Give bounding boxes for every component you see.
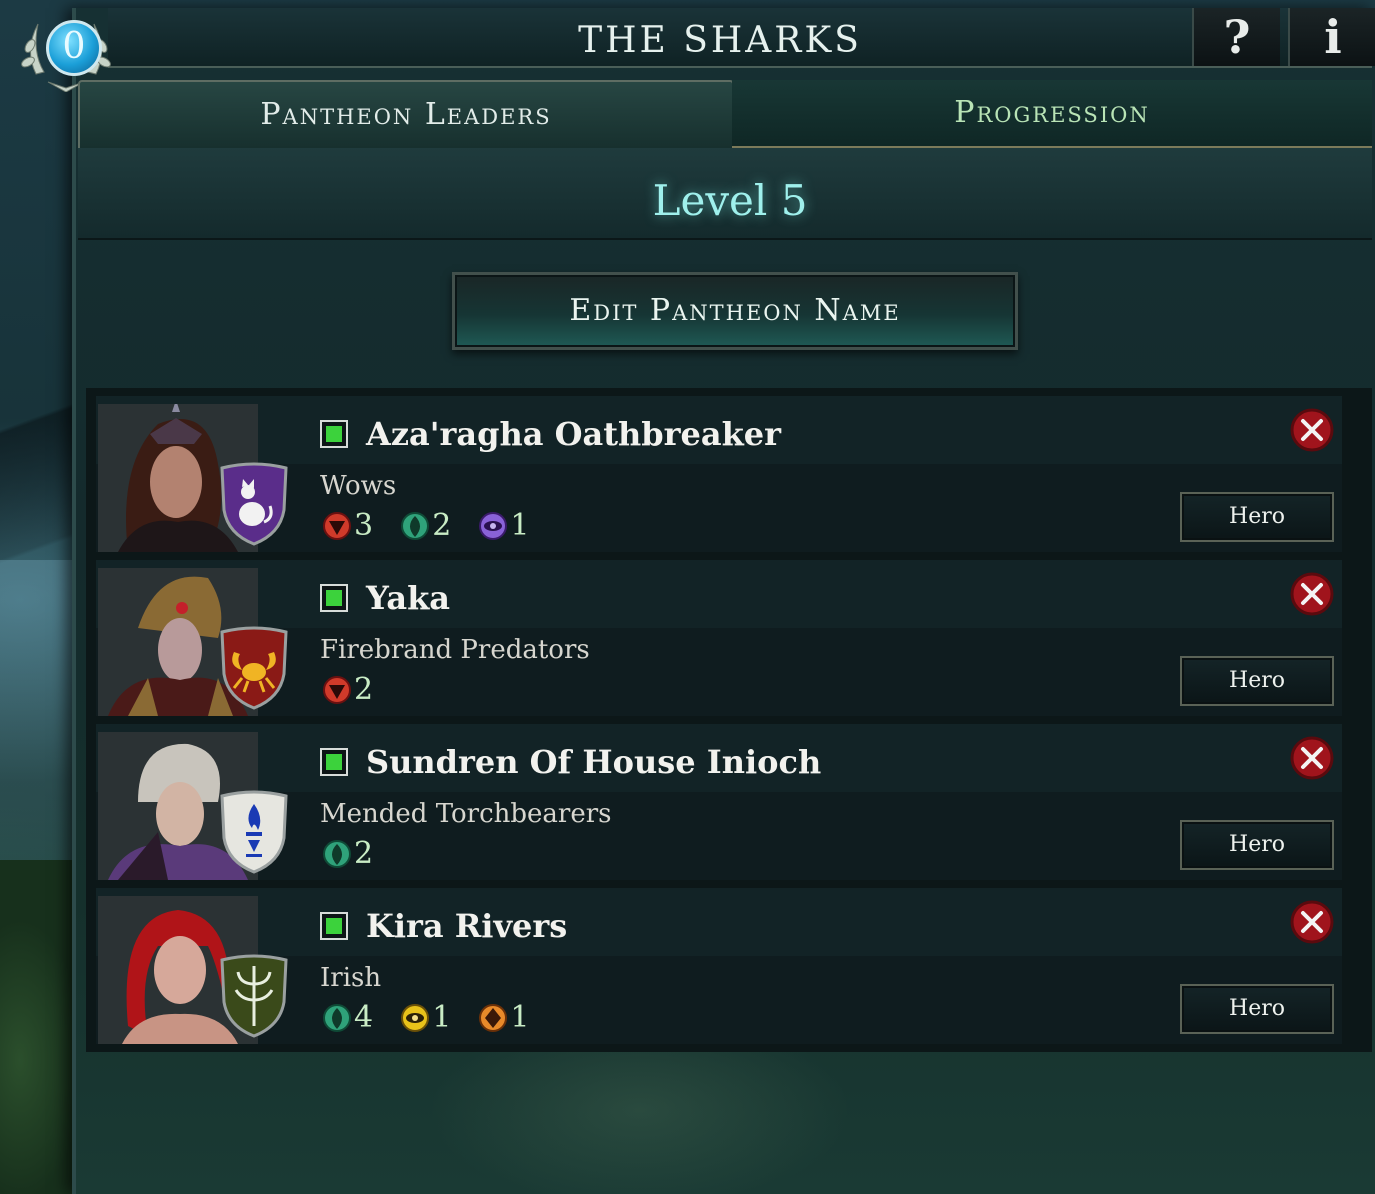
hero-button[interactable]: Hero — [1180, 656, 1334, 706]
affinity-value: 1 — [510, 508, 530, 543]
checkbox-checked-indicator — [326, 590, 342, 606]
nature-affinity-icon — [323, 1003, 351, 1032]
affinity-stats: 4 1 1 — [322, 1000, 551, 1040]
materium-affinity-icon — [479, 1003, 508, 1032]
affinity-stat: 2 — [322, 836, 373, 876]
checkbox-checked-indicator — [326, 918, 342, 934]
leader-name: Aza'ragha Oathbreaker — [366, 415, 782, 453]
leader-row: Sundren Of House Inioch Mended Torchbear… — [96, 724, 1342, 880]
nature-affinity-icon — [323, 839, 351, 868]
background-hill — [0, 860, 80, 1194]
info-icon: i — [1324, 10, 1342, 64]
row-header — [96, 560, 1342, 628]
leader-faction: Firebrand Predators — [320, 635, 590, 665]
checkbox-checked-indicator — [326, 426, 342, 442]
affinity-stat: 3 — [322, 508, 373, 548]
leader-name: Yaka — [366, 579, 450, 617]
checkbox-checked-indicator — [326, 754, 342, 770]
remove-leader-button[interactable] — [1290, 736, 1334, 780]
info-button[interactable]: i — [1288, 8, 1375, 66]
hero-button[interactable]: Hero — [1180, 984, 1334, 1034]
faction-shield — [220, 626, 288, 710]
affinity-stats: 2 — [322, 672, 395, 712]
hero-button[interactable]: Hero — [1180, 492, 1334, 542]
leader-row: Kira Rivers Irish 4 1 1 Hero — [96, 888, 1342, 1044]
leader-checkbox[interactable] — [320, 748, 348, 776]
leader-faction: Irish — [320, 963, 382, 993]
leader-checkbox[interactable] — [320, 420, 348, 448]
astral-affinity-icon — [479, 511, 508, 540]
leader-row: Aza'ragha Oathbreaker Wows 3 2 1 Hero — [96, 396, 1342, 552]
affinity-value: 1 — [432, 1000, 452, 1035]
leader-faction: Wows — [320, 471, 397, 501]
leader-name: Kira Rivers — [366, 907, 568, 945]
faction-shield — [220, 954, 288, 1038]
affinity-stat: 2 — [322, 672, 373, 712]
leader-faction: Mended Torchbearers — [320, 799, 612, 829]
leader-name: Sundren Of House Inioch — [366, 743, 822, 781]
row-header — [96, 888, 1342, 956]
panel-glow — [80, 1050, 1370, 1194]
faction-shield — [220, 462, 288, 546]
edit-pantheon-name-button[interactable]: Edit Pantheon Name — [452, 272, 1018, 350]
chaos-affinity-icon — [323, 675, 351, 704]
affinity-stats: 2 — [322, 836, 395, 876]
remove-leader-button[interactable] — [1290, 572, 1334, 616]
badge-coin: 0 — [46, 20, 102, 76]
badge-value: 0 — [62, 26, 86, 67]
affinity-value: 2 — [354, 836, 374, 871]
affinity-stat: 1 — [478, 1000, 529, 1040]
tab-progression[interactable]: Progression — [732, 80, 1372, 149]
affinity-value: 1 — [510, 1000, 530, 1035]
leader-row: Yaka Firebrand Predators 2 Hero — [96, 560, 1342, 716]
level-label: Level 5 — [652, 176, 808, 225]
affinity-value: 4 — [354, 1000, 374, 1035]
chaos-affinity-icon — [323, 511, 351, 540]
affinity-value: 2 — [354, 672, 374, 707]
affinity-stat: 2 — [400, 508, 451, 548]
affinity-stat: 4 — [322, 1000, 373, 1040]
leader-checkbox[interactable] — [320, 584, 348, 612]
hero-button[interactable]: Hero — [1180, 820, 1334, 870]
affinity-value: 3 — [354, 508, 374, 543]
remove-leader-button[interactable] — [1290, 900, 1334, 944]
question-mark-icon: ? — [1223, 10, 1251, 64]
affinity-stat: 1 — [478, 508, 529, 548]
remove-leader-button[interactable] — [1290, 408, 1334, 452]
pantheon-title: The Sharks — [578, 20, 862, 61]
order-affinity-icon — [401, 1003, 430, 1032]
affinity-stats: 3 2 1 — [322, 508, 551, 548]
affinity-value: 2 — [432, 508, 452, 543]
help-button[interactable]: ? — [1192, 8, 1280, 66]
leader-checkbox[interactable] — [320, 912, 348, 940]
tab-pantheon-leaders[interactable]: Pantheon Leaders — [78, 80, 734, 148]
faction-shield — [220, 790, 288, 874]
nature-affinity-icon — [401, 511, 430, 540]
affinity-stat: 1 — [400, 1000, 451, 1040]
